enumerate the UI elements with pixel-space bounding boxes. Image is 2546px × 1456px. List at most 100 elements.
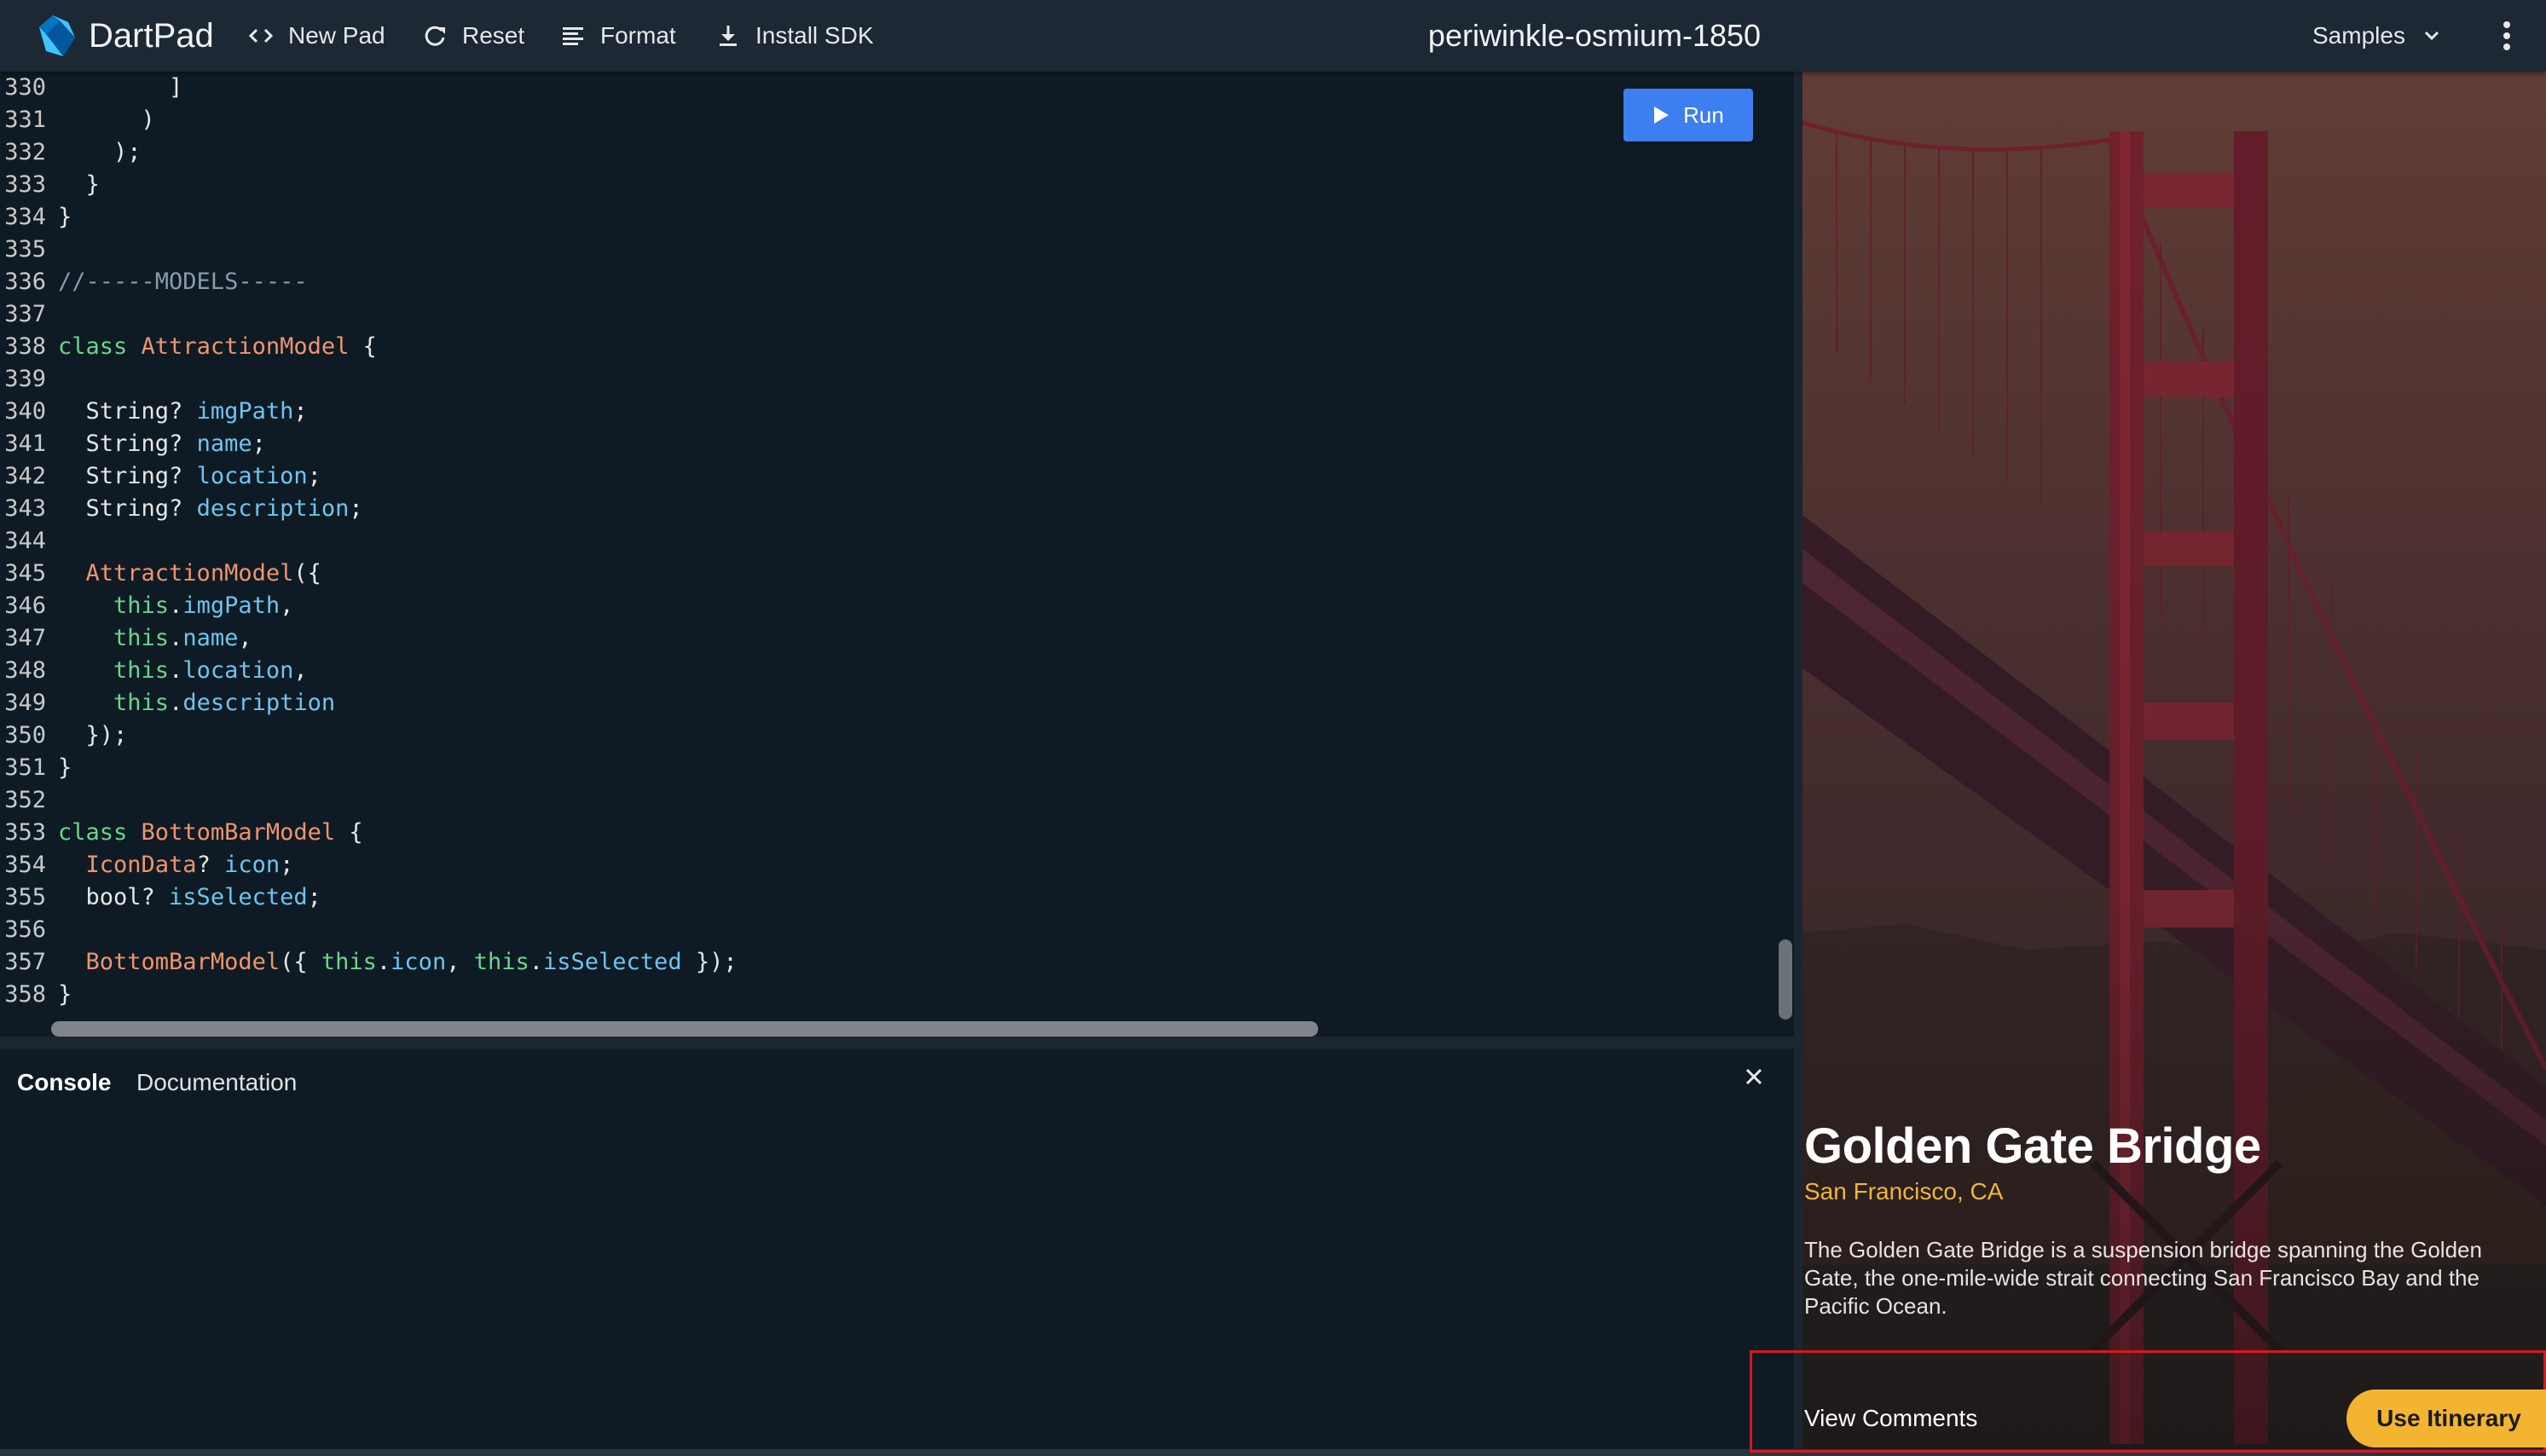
code-token: .	[529, 949, 544, 975]
line-number: 342	[4, 463, 46, 489]
code-token: description	[182, 690, 336, 716]
code-line[interactable]: 336 //-----MODELS-----	[0, 266, 1774, 298]
line-number: 338	[4, 333, 46, 360]
line-number: 358	[4, 981, 46, 1008]
code-token: ;	[293, 398, 308, 425]
attraction-location: San Francisco, CA	[1804, 1178, 2004, 1205]
code-line[interactable]: 333 }	[0, 169, 1774, 201]
code-token: ({	[280, 949, 321, 975]
code-token: {	[349, 333, 377, 360]
more-vertical-icon	[2503, 21, 2510, 50]
code-token: ,	[238, 625, 252, 651]
code-line[interactable]: 356	[0, 914, 1774, 946]
code-line[interactable]: 352	[0, 784, 1774, 817]
code-token: this	[113, 625, 170, 651]
code-line[interactable]: 347 this.name,	[0, 622, 1774, 655]
code-line[interactable]: 337	[0, 298, 1774, 331]
code-token: ]	[58, 74, 183, 101]
code-line[interactable]: 353 class BottomBarModel {	[0, 817, 1774, 849]
code-token: description	[196, 495, 350, 522]
code-line[interactable]: 338 class AttractionModel {	[0, 331, 1774, 363]
dart-logo-icon	[39, 15, 75, 56]
editor-vertical-scrollbar[interactable]	[1779, 939, 1792, 1020]
close-icon[interactable]	[1741, 1064, 1767, 1089]
code-token: IconData	[85, 852, 197, 878]
samples-dropdown[interactable]: Samples	[2312, 12, 2443, 60]
code-line[interactable]: 331 )	[0, 104, 1774, 136]
reset-label: Reset	[462, 22, 525, 49]
code-token: ({	[293, 560, 321, 586]
code-line[interactable]: 341 String? name;	[0, 428, 1774, 460]
code-line[interactable]: 330 ]	[0, 72, 1774, 104]
code-editor[interactable]: 330 ] 331 ) 332 ); 333 } 334} 335 336//-----MO…	[0, 72, 1794, 1037]
code-line[interactable]: 342 String? location;	[0, 460, 1774, 493]
line-number: 330	[4, 74, 46, 101]
code-token: String?	[58, 430, 197, 457]
code-token: location	[196, 463, 308, 489]
code-line[interactable]: 335	[0, 234, 1774, 266]
code-line[interactable]: 351}	[0, 752, 1774, 784]
tab-console[interactable]: Console	[17, 1066, 111, 1100]
line-number: 339	[4, 366, 46, 392]
code-line[interactable]: 349 this.description	[0, 687, 1774, 719]
code-line[interactable]: 357 BottomBarModel({ this.icon, this.isS…	[0, 946, 1774, 979]
line-number: 332	[4, 139, 46, 165]
code-token: ;	[307, 884, 321, 910]
new-pad-button[interactable]: New Pad	[247, 12, 385, 60]
tab-documentation[interactable]: Documentation	[136, 1066, 297, 1100]
brand-title: DartPad	[89, 17, 214, 55]
code-line[interactable]: 343 String? description;	[0, 493, 1774, 525]
code-token: name	[182, 625, 239, 651]
code-line[interactable]: 339	[0, 363, 1774, 396]
use-itinerary-button[interactable]: Use Itinerary	[2346, 1390, 2546, 1447]
format-button[interactable]: Format	[559, 12, 676, 60]
reset-button[interactable]: Reset	[421, 12, 524, 60]
attraction-name: Golden Gate Bridge	[1804, 1118, 2261, 1174]
line-number: 355	[4, 884, 46, 910]
editor-horizontal-scrollbar[interactable]	[51, 1021, 1318, 1037]
code-token: this	[113, 690, 170, 716]
line-number: 345	[4, 560, 46, 586]
code-token: .	[169, 592, 183, 619]
code-lines[interactable]: 330 ] 331 ) 332 ); 333 } 334} 335 336//-----MO…	[0, 72, 1774, 1011]
code-token: ;	[252, 430, 266, 457]
editor-console-splitter[interactable]	[0, 1037, 1794, 1049]
code-line[interactable]: 354 IconData? icon;	[0, 849, 1774, 881]
code-line[interactable]: 340 String? imgPath;	[0, 396, 1774, 428]
attraction-description: The Golden Gate Bridge is a suspension b…	[1804, 1237, 2482, 1319]
code-line[interactable]: 348 this.location,	[0, 655, 1774, 687]
code-line[interactable]: 332 );	[0, 136, 1774, 169]
code-line[interactable]: 344	[0, 525, 1774, 558]
code-line[interactable]: 358}	[0, 979, 1774, 1011]
code-line[interactable]: 350 });	[0, 719, 1774, 752]
code-token: )	[58, 107, 155, 133]
editor-preview-splitter[interactable]	[1794, 72, 1802, 1456]
code-line[interactable]: 346 this.imgPath,	[0, 590, 1774, 622]
line-number: 335	[4, 236, 46, 263]
samples-label: Samples	[2312, 22, 2405, 49]
code-token: .	[169, 625, 183, 651]
line-number: 354	[4, 852, 46, 878]
install-sdk-label: Install SDK	[755, 22, 874, 49]
install-sdk-button[interactable]: Install SDK	[715, 12, 874, 60]
line-number: 357	[4, 949, 46, 975]
code-token: isSelected	[543, 949, 682, 975]
more-menu-button[interactable]	[2490, 12, 2524, 60]
line-number: 347	[4, 625, 46, 651]
code-token: .	[169, 657, 183, 684]
code-token: this	[473, 949, 529, 975]
code-token: class	[58, 819, 128, 846]
code-line[interactable]: 355 bool? isSelected;	[0, 881, 1774, 914]
view-comments-link[interactable]: View Comments	[1804, 1401, 1977, 1436]
code-line[interactable]: 334}	[0, 201, 1774, 234]
run-button[interactable]: Run	[1623, 89, 1753, 142]
code-line[interactable]: 345 AttractionModel({	[0, 558, 1774, 590]
app-preview: Golden Gate Bridge San Francisco, CA The…	[1802, 72, 2546, 1449]
code-token: this	[321, 949, 377, 975]
code-token: this	[113, 657, 170, 684]
